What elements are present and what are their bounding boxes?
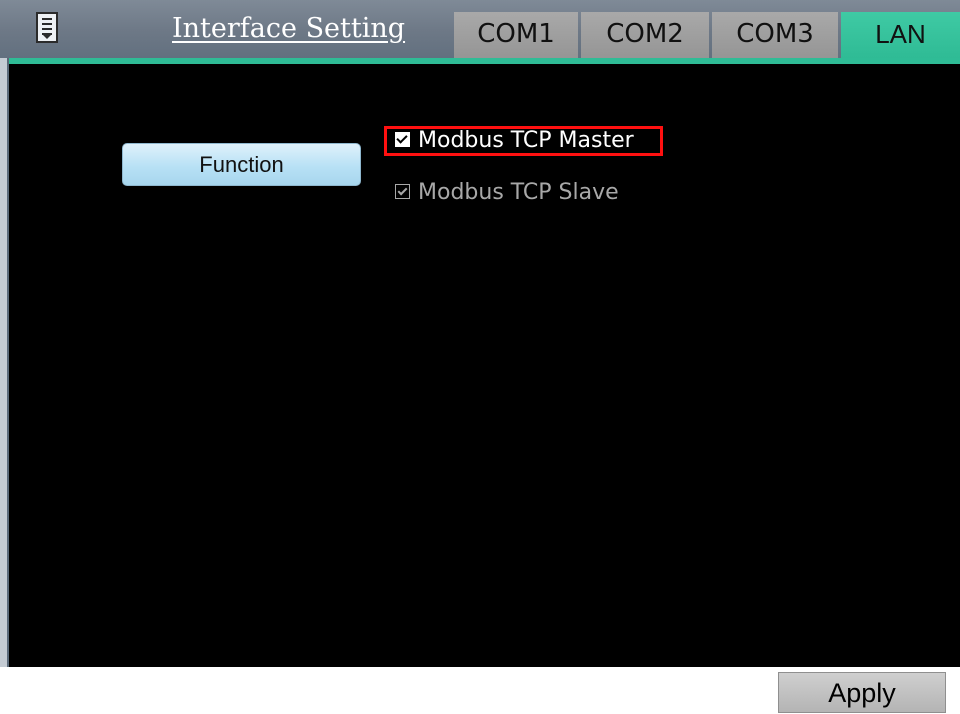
menu-arrow-icon: [43, 35, 51, 39]
modbus-tcp-master-checkbox[interactable]: [395, 131, 410, 147]
page-title: Interface Setting: [172, 13, 406, 44]
modbus-tcp-master-label: Modbus TCP Master: [418, 128, 634, 153]
tab-lan[interactable]: LAN: [841, 12, 960, 58]
tab-com3[interactable]: COM3: [712, 12, 838, 58]
modbus-tcp-slave-option: Modbus TCP Slave: [395, 178, 619, 208]
menu-line: [42, 18, 52, 20]
left-edge-border: [0, 58, 9, 667]
modbus-tcp-master-option[interactable]: Modbus TCP Master: [384, 126, 663, 156]
menu-line: [42, 28, 52, 30]
modbus-tcp-slave-label: Modbus TCP Slave: [418, 180, 619, 205]
modbus-tcp-slave-checkbox: [395, 183, 410, 199]
tab-com1[interactable]: COM1: [454, 12, 578, 58]
apply-button[interactable]: Apply: [778, 672, 946, 713]
menu-icon[interactable]: [36, 12, 58, 43]
tab-com2[interactable]: COM2: [581, 12, 709, 58]
menu-line: [42, 23, 52, 25]
function-button[interactable]: Function: [122, 143, 361, 186]
header-bar: Interface Setting COM1 COM2 COM3 LAN: [0, 0, 960, 58]
